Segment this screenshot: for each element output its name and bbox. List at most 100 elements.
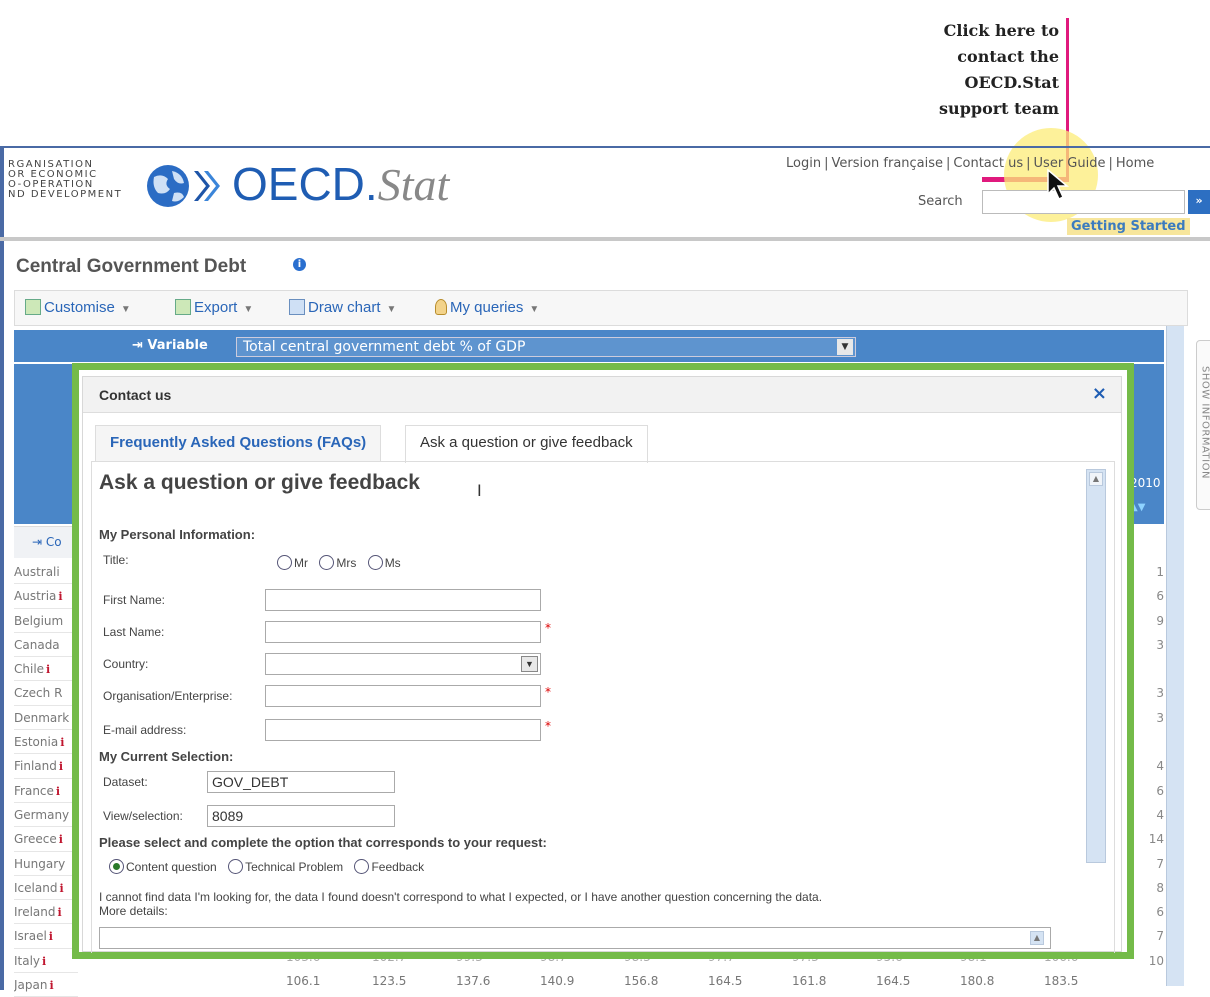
- user-icon: [435, 299, 447, 315]
- last-name-field[interactable]: [265, 621, 541, 643]
- my-queries-menu[interactable]: My queries ▼: [435, 299, 539, 316]
- request-option-technical[interactable]: Technical Problem: [228, 859, 343, 874]
- tab-faq[interactable]: Frequently Asked Questions (FAQs): [95, 425, 382, 461]
- title-option-mr[interactable]: Mr: [277, 555, 308, 570]
- country-row[interactable]: Hungary: [14, 852, 78, 876]
- country-row[interactable]: Denmark: [14, 706, 78, 731]
- country-row[interactable]: Israel i: [14, 924, 78, 949]
- callout-annotation: Click here to contact the OECD.Stat supp…: [939, 21, 1059, 118]
- info-flag-icon[interactable]: i: [56, 785, 60, 798]
- country-row[interactable]: Iceland i: [14, 876, 78, 901]
- country-row[interactable]: Ireland i: [14, 900, 78, 925]
- country-name: France: [14, 783, 54, 798]
- getting-started-link[interactable]: Getting Started: [1067, 218, 1190, 235]
- request-option-feedback[interactable]: Feedback: [354, 859, 425, 874]
- show-information-tab[interactable]: SHOW INFORMATION: [1196, 340, 1210, 510]
- request-option-label: Feedback: [371, 860, 425, 874]
- contact-us-dialog: Contact us × Frequently Asked Questions …: [82, 376, 1122, 953]
- table-cell: 4: [1156, 807, 1164, 822]
- info-flag-icon[interactable]: i: [58, 590, 62, 603]
- japan-data-cell: 180.8: [960, 974, 995, 988]
- country-name: Finland: [14, 759, 57, 774]
- tab-ask-question[interactable]: Ask a question or give feedback: [405, 425, 648, 463]
- title-radio-group: Mr Mrs Ms: [277, 555, 409, 570]
- search-input[interactable]: [982, 190, 1185, 214]
- japan-data-cell: 183.5: [1044, 974, 1079, 988]
- info-flag-icon[interactable]: i: [46, 663, 50, 676]
- draw-chart-menu[interactable]: Draw chart ▼: [289, 299, 396, 316]
- info-flag-icon[interactable]: i: [58, 906, 62, 919]
- email-field[interactable]: [265, 719, 541, 741]
- dialog-title: Contact us: [99, 387, 172, 403]
- country-name: Chile: [14, 662, 45, 677]
- first-name-field[interactable]: [265, 589, 541, 611]
- table-cell: 14: [1148, 832, 1164, 847]
- title-option-ms[interactable]: Ms: [367, 555, 401, 570]
- chart-icon: [289, 299, 305, 315]
- request-option-content[interactable]: Content question: [109, 859, 217, 874]
- country-row[interactable]: Canada: [14, 633, 78, 658]
- variable-select[interactable]: Total central government debt % of GDP ▼: [236, 337, 856, 357]
- request-radio-group: Content question Technical Problem Feedb…: [109, 859, 432, 874]
- variable-label: ⇥ Variable: [132, 338, 208, 353]
- dialog-scrollbar[interactable]: ▲: [1086, 469, 1106, 863]
- country-row[interactable]: France i: [14, 779, 78, 803]
- year-column-header[interactable]: 2010: [1130, 476, 1161, 490]
- japan-data-cell: 164.5: [876, 974, 911, 988]
- right-value-column: 1 6 9 3 3 3 4 6 4 14 7 8 6 7 10: [1134, 560, 1164, 997]
- scroll-up-icon[interactable]: ▲: [1089, 472, 1103, 486]
- country-row[interactable]: Austria i: [14, 584, 78, 609]
- country-row[interactable]: Greece i: [14, 827, 78, 852]
- org-name-text: RGANISATION OR ECONOMIC O-OPERATION ND D…: [8, 159, 123, 200]
- more-details-textarea[interactable]: ▲: [99, 927, 1051, 949]
- close-icon[interactable]: ×: [1092, 383, 1107, 404]
- country-select[interactable]: ▼: [265, 653, 541, 675]
- country-row[interactable]: Germany: [14, 803, 78, 828]
- table-cell: 8: [1156, 880, 1164, 895]
- table-cell: 1: [1156, 565, 1164, 579]
- login-link[interactable]: Login: [786, 156, 821, 171]
- info-flag-icon[interactable]: i: [59, 882, 63, 895]
- dataset-field[interactable]: GOV_DEBT: [207, 771, 395, 793]
- required-mark: *: [545, 719, 551, 733]
- country-row[interactable]: Australi: [14, 560, 78, 585]
- variable-select-value: Total central government debt % of GDP: [243, 339, 526, 355]
- info-icon[interactable]: i: [293, 258, 306, 271]
- logo-suffix-text: Stat: [377, 159, 450, 210]
- oecd-stat-logo[interactable]: OECD.Stat: [232, 156, 449, 213]
- view-selection-label: View/selection:: [103, 809, 183, 823]
- radio-button-selected-icon: [109, 859, 124, 874]
- table-cell: 6: [1156, 905, 1164, 920]
- country-row[interactable]: Belgium: [14, 609, 78, 633]
- customise-label: Customise: [44, 299, 115, 316]
- search-submit-button[interactable]: »: [1188, 190, 1210, 214]
- email-label: E-mail address:: [103, 723, 187, 737]
- search-label: Search: [918, 194, 963, 209]
- content-question-description: I cannot find data I'm looking for, the …: [99, 890, 823, 904]
- home-link[interactable]: Home: [1116, 156, 1154, 171]
- request-type-heading: Please select and complete the option th…: [99, 835, 547, 850]
- info-flag-icon[interactable]: i: [60, 736, 64, 749]
- info-flag-icon[interactable]: i: [59, 833, 63, 846]
- my-queries-label: My queries: [450, 299, 524, 316]
- country-row[interactable]: Czech R: [14, 681, 78, 706]
- info-flag-icon[interactable]: i: [59, 760, 63, 773]
- country-row[interactable]: Chile i: [14, 657, 78, 682]
- contact-us-link[interactable]: Contact us: [953, 156, 1023, 171]
- radio-button-icon: [367, 555, 383, 570]
- export-menu[interactable]: Export ▼: [175, 299, 253, 316]
- table-scrollbar[interactable]: [1166, 326, 1184, 986]
- organisation-field[interactable]: [265, 685, 541, 707]
- title-option-label: Mrs: [336, 556, 357, 570]
- japan-data-cell: 161.8: [792, 974, 827, 988]
- french-version-link[interactable]: Version française: [831, 156, 943, 171]
- view-selection-field[interactable]: 8089: [207, 805, 395, 827]
- country-row[interactable]: Finland i: [14, 754, 78, 779]
- scroll-up-icon[interactable]: ▲: [1030, 931, 1044, 945]
- title-option-mrs[interactable]: Mrs: [319, 555, 357, 570]
- table-cell: 3: [1156, 686, 1164, 701]
- customise-menu[interactable]: Customise ▼: [25, 299, 131, 316]
- info-flag-icon[interactable]: i: [49, 930, 53, 943]
- country-name: Denmark: [14, 710, 70, 725]
- country-row[interactable]: Estonia i: [14, 730, 78, 755]
